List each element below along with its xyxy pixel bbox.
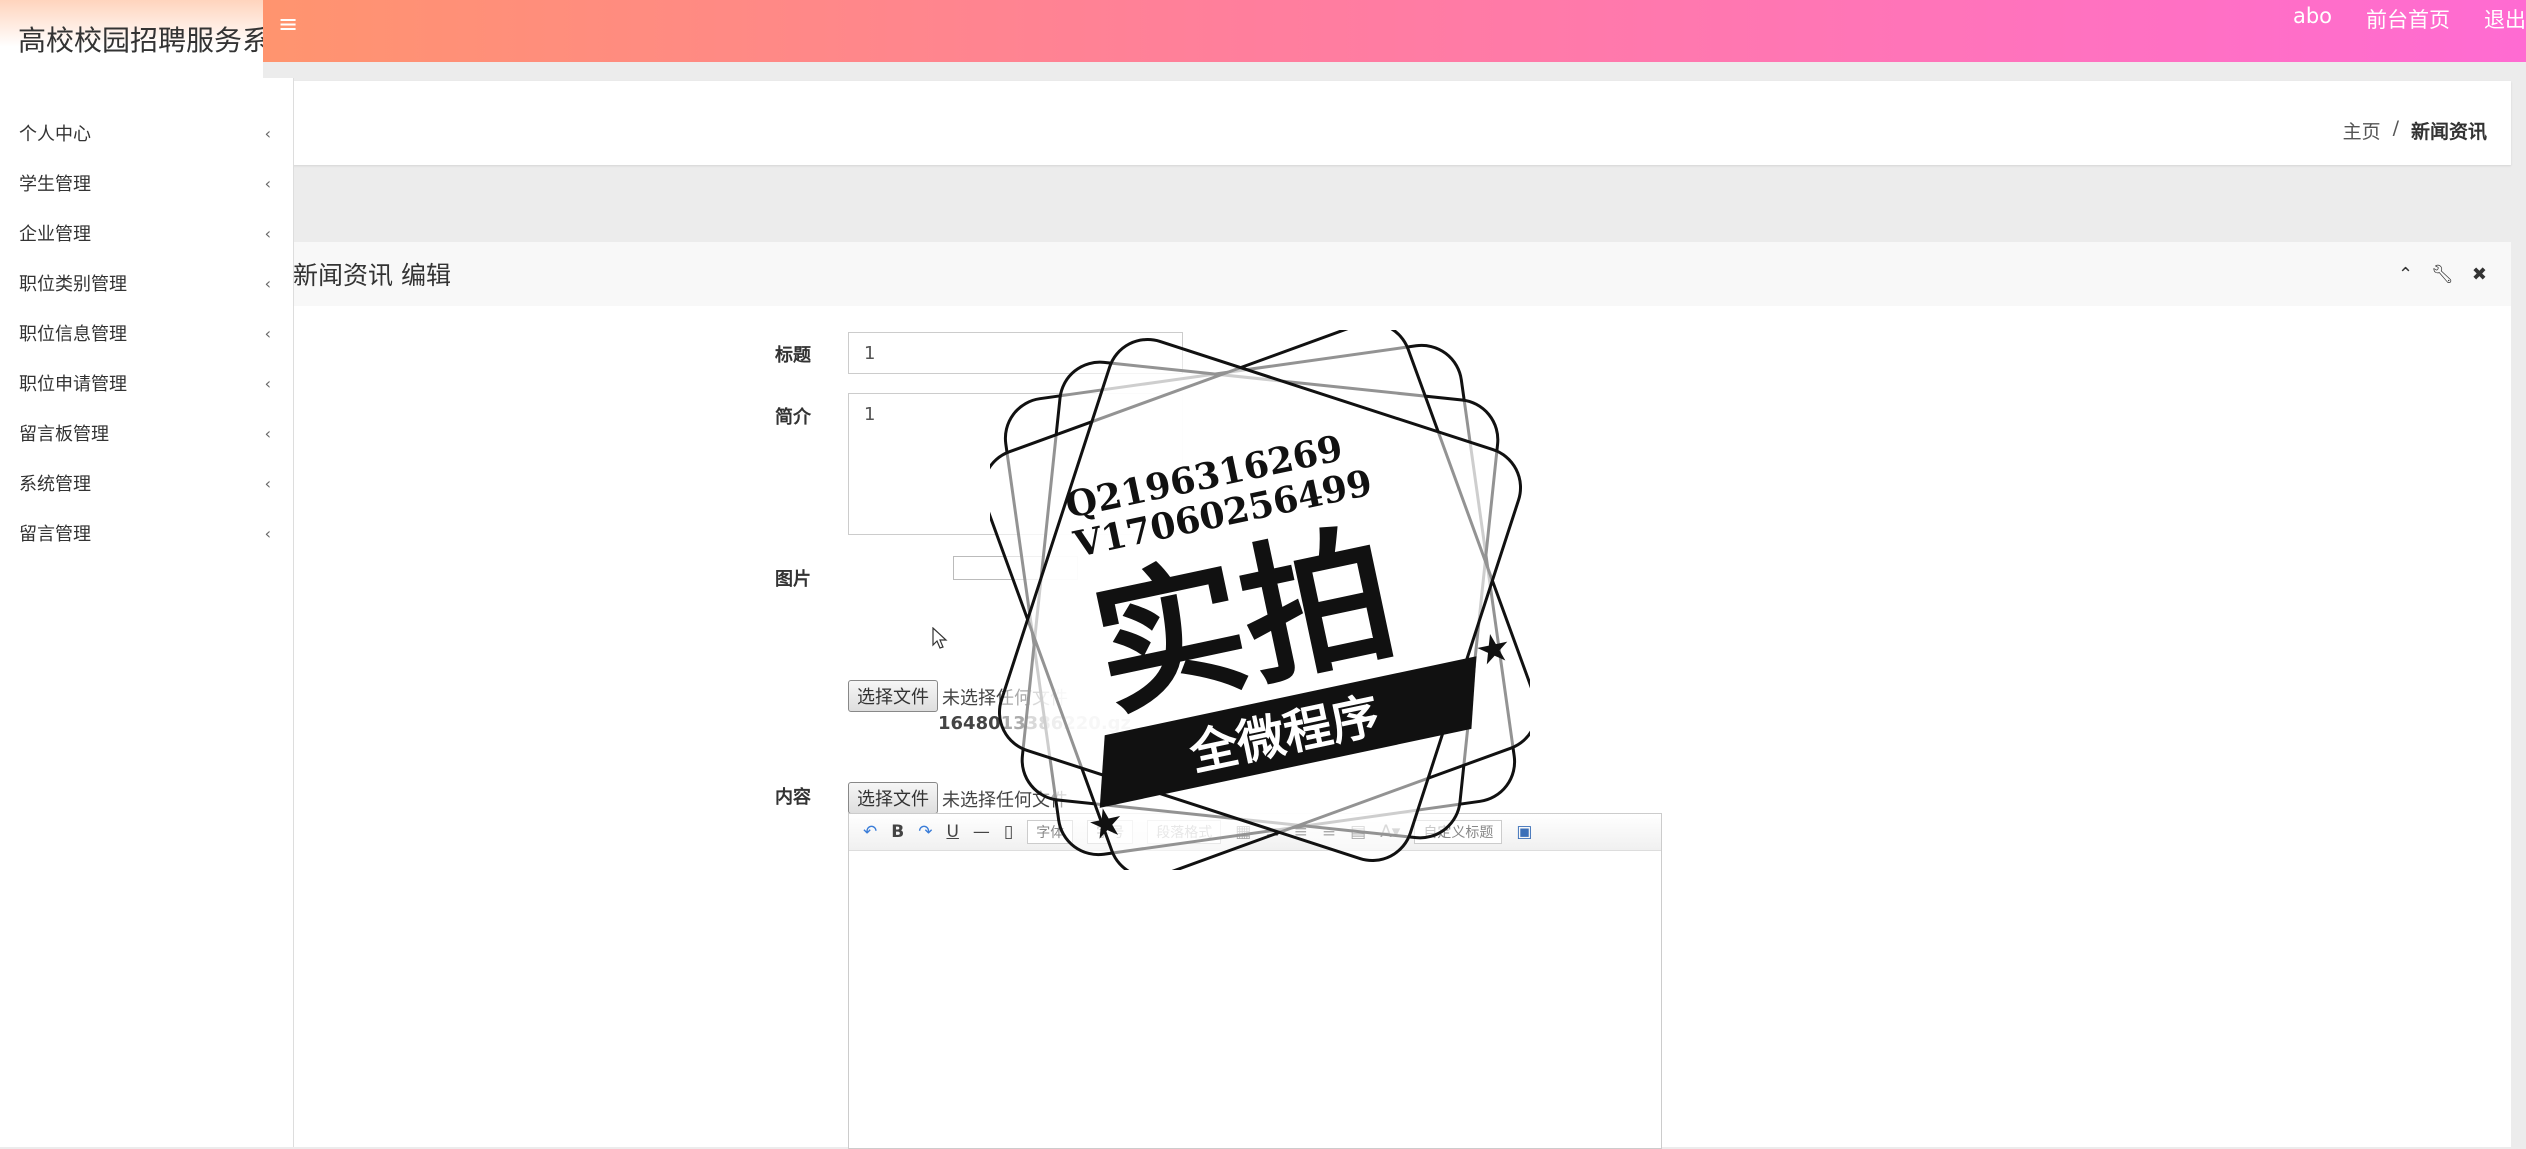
content-file-status: 未选择任何文件: [942, 790, 1068, 811]
sidebar-item-label: 学生管理: [19, 174, 91, 195]
sidebar-item-label: 职位信息管理: [19, 324, 127, 345]
title-label: 标题: [775, 345, 811, 366]
app-title: 高校校园招聘服务系: [0, 0, 263, 78]
chevron-left-icon: ‹: [264, 473, 271, 493]
breadcrumb-separator: /: [2392, 117, 2399, 139]
font-select[interactable]: 字体: [1027, 820, 1074, 844]
chevron-left-icon: ‹: [264, 273, 271, 293]
sidebar-item-label: 系统管理: [19, 474, 91, 495]
image-filename: 1648013386220.gz: [938, 713, 1132, 734]
front-home-link[interactable]: 前台首页: [2366, 4, 2450, 34]
size-select[interactable]: 字号: [1087, 820, 1134, 844]
editor-toolbar: ↶ B ↷ U — ▯ 字体 字号 段落格式 ▦ ≡ ≡ ≡ ▤ A▾ 自定义标…: [849, 814, 1661, 851]
breadcrumb-card: 主页 / 新闻资讯: [293, 81, 2511, 165]
sidebar-item-messages[interactable]: 留言管理 ‹: [0, 508, 293, 558]
logout-link[interactable]: 退出: [2484, 4, 2526, 34]
top-bar: abo 前台首页 退出: [0, 0, 2526, 62]
content-file-button[interactable]: 选择文件: [848, 782, 938, 814]
document-icon[interactable]: ▯: [1004, 822, 1013, 842]
sidebar-item-label: 个人中心: [19, 124, 91, 145]
rich-text-editor[interactable]: ↶ B ↷ U — ▯ 字体 字号 段落格式 ▦ ≡ ≡ ≡ ▤ A▾ 自定义标…: [848, 813, 1662, 1149]
sidebar-item-message-board[interactable]: 留言板管理 ‹: [0, 408, 293, 458]
sidebar-item-system[interactable]: 系统管理 ‹: [0, 458, 293, 508]
title-input[interactable]: 1: [848, 332, 1183, 374]
sidebar-item-label: 职位类别管理: [19, 274, 127, 295]
card-tools: ⌃ 🔧︎ ✖: [2398, 264, 2487, 285]
card-title: 新闻资讯 编辑: [293, 261, 451, 290]
chevron-left-icon: ‹: [264, 523, 271, 543]
sidebar-item-job-applications[interactable]: 职位申请管理 ‹: [0, 358, 293, 408]
wrench-icon[interactable]: 🔧︎: [2431, 264, 2454, 285]
intro-textarea[interactable]: 1: [848, 393, 1183, 535]
redo-icon[interactable]: ↷: [918, 822, 932, 842]
collapse-icon[interactable]: ⌃: [2398, 264, 2413, 285]
underline-icon[interactable]: U: [946, 822, 958, 842]
intro-label: 简介: [775, 407, 811, 428]
user-link[interactable]: abo: [2293, 4, 2332, 34]
breadcrumb-current: 新闻资讯: [2410, 121, 2487, 143]
bold-icon[interactable]: B: [891, 822, 904, 842]
sidebar-item-job-categories[interactable]: 职位类别管理 ‹: [0, 258, 293, 308]
sidebar: 个人中心 ‹ 学生管理 ‹ 企业管理 ‹ 职位类别管理 ‹ 职位信息管理 ‹ 职位申请管理…: [0, 78, 294, 1147]
sidebar-item-personal[interactable]: 个人中心 ‹: [0, 108, 293, 158]
breadcrumb: 主页 / 新闻资讯: [2343, 117, 2487, 144]
breadcrumb-home[interactable]: 主页: [2343, 117, 2381, 144]
align-right-icon[interactable]: ≡: [1294, 822, 1308, 842]
format-select[interactable]: 段落格式: [1147, 820, 1222, 844]
top-links: abo 前台首页 退出: [2293, 4, 2526, 34]
card-header: 新闻资讯 编辑 ⌃ 🔧︎ ✖: [293, 242, 2511, 306]
font-color-icon[interactable]: A▾: [1380, 822, 1400, 842]
image-file-button[interactable]: 选择文件: [848, 680, 938, 712]
justify-icon[interactable]: ▤: [1350, 822, 1366, 842]
sidebar-item-students[interactable]: 学生管理 ‹: [0, 158, 293, 208]
sidebar-item-label: 企业管理: [19, 224, 91, 245]
chevron-left-icon: ‹: [264, 223, 271, 243]
fullscreen-icon[interactable]: ▣: [1516, 822, 1532, 842]
image-label: 图片: [775, 569, 811, 590]
image-preview: [953, 556, 1078, 580]
chevron-left-icon: ‹: [264, 423, 271, 443]
close-icon[interactable]: ✖: [2472, 264, 2487, 285]
mouse-cursor-icon: [932, 627, 948, 649]
chevron-left-icon: ‹: [264, 323, 271, 343]
horizontal-rule-icon[interactable]: —: [973, 822, 990, 842]
chevron-left-icon: ‹: [264, 173, 271, 193]
chevron-left-icon: ‹: [264, 123, 271, 143]
align-center-icon[interactable]: ≡: [1322, 822, 1336, 842]
sidebar-item-companies[interactable]: 企业管理 ‹: [0, 208, 293, 258]
sidebar-item-label: 留言管理: [19, 524, 91, 545]
undo-icon[interactable]: ↶: [863, 822, 877, 842]
menu-toggle-icon[interactable]: ≡: [278, 10, 298, 38]
chevron-left-icon: ‹: [264, 373, 271, 393]
align-left-icon[interactable]: ≡: [1265, 822, 1279, 842]
custom-title-select[interactable]: 自定义标题: [1414, 820, 1503, 844]
table-icon[interactable]: ▦: [1235, 822, 1251, 842]
content-label: 内容: [775, 787, 811, 808]
sidebar-item-job-info[interactable]: 职位信息管理 ‹: [0, 308, 293, 358]
image-file-status: 未选择任何文件: [942, 688, 1068, 709]
sidebar-item-label: 职位申请管理: [19, 374, 127, 395]
sidebar-item-label: 留言板管理: [19, 424, 109, 445]
